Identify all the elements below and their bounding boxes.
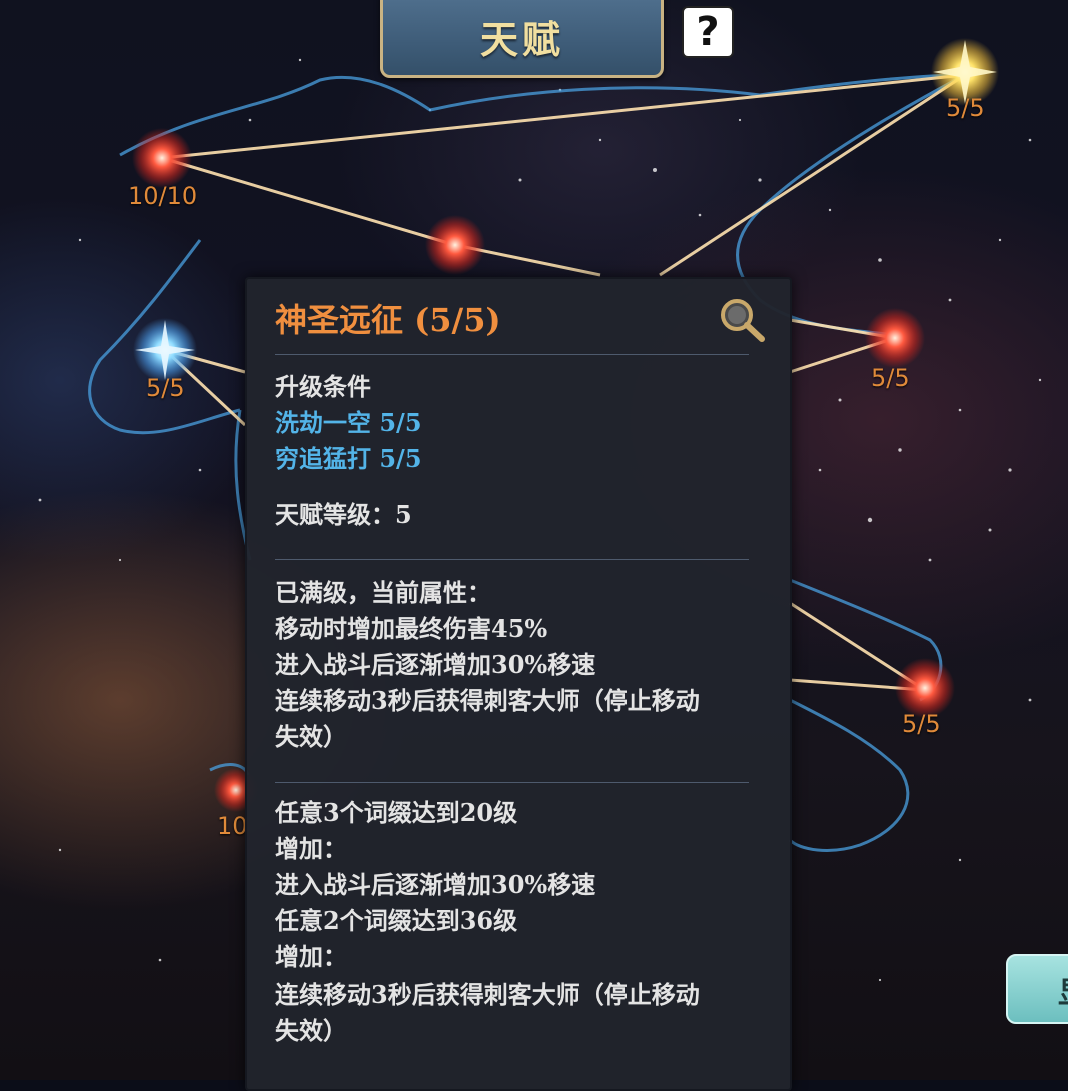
question-mark-icon: ? (696, 9, 720, 55)
talent-title-tab[interactable]: 天赋 (380, 0, 664, 78)
requirement-item: 穷追猛打 5/5 (275, 444, 422, 473)
attribute-line: 移动时增加最终伤害45% (275, 614, 548, 643)
node-label-left: 5/5 (146, 374, 185, 402)
upgrade-requirements-header: 升级条件 (275, 372, 371, 401)
bonus-condition: 任意3个词缀达到20级 (275, 798, 518, 827)
red-node-right[interactable] (865, 308, 925, 368)
red-node-upper-middle[interactable] (425, 215, 485, 275)
divider (275, 782, 749, 783)
help-button[interactable]: ? (682, 6, 734, 58)
talent-level: 天赋等级：5 (275, 500, 412, 529)
attribute-line: 进入战斗后逐渐增加30%移速 (275, 650, 596, 679)
bonus-effect: 连续移动3秒后获得刺客大师（停止移动 (275, 980, 700, 1009)
node-label-top-right: 5/5 (946, 94, 985, 122)
blue-node-left[interactable] (133, 318, 197, 382)
node-label-lower-right: 5/5 (902, 710, 941, 738)
node-label-lower-left: 10 (217, 812, 248, 840)
node-label-right: 5/5 (871, 364, 910, 392)
current-attributes-header: 已满级，当前属性： (275, 578, 491, 607)
divider (275, 559, 749, 560)
talent-tooltip-panel: 神圣远征 (5/5) 升级条件 洗劫一空 5/5 穷追猛打 5/5 天赋等级：5… (245, 277, 792, 1091)
divider (275, 354, 749, 355)
magnifier-icon[interactable] (717, 295, 767, 343)
node-label-top-left: 10/10 (128, 182, 198, 210)
bonus-effect: 进入战斗后逐渐增加30%移速 (275, 870, 596, 899)
attribute-line: 连续移动3秒后获得刺客大师（停止移动 (275, 686, 700, 715)
red-node-top-left[interactable] (132, 128, 192, 188)
requirement-item: 洗劫一空 5/5 (275, 408, 422, 437)
side-action-button[interactable]: 显 (1006, 954, 1068, 1024)
page-title: 天赋 (479, 16, 564, 62)
bonus-add-label: 增加： (275, 942, 347, 971)
bonus-add-label: 增加： (275, 834, 347, 863)
bonus-condition: 任意2个词缀达到36级 (275, 906, 518, 935)
bonus-effect-continued: 失效） (275, 1016, 347, 1045)
side-button-label: 显 (1058, 968, 1068, 1012)
talent-name-title: 神圣远征 (5/5) (275, 301, 501, 339)
attribute-line-continued: 失效） (275, 722, 347, 751)
red-node-lower-right[interactable] (895, 658, 955, 718)
